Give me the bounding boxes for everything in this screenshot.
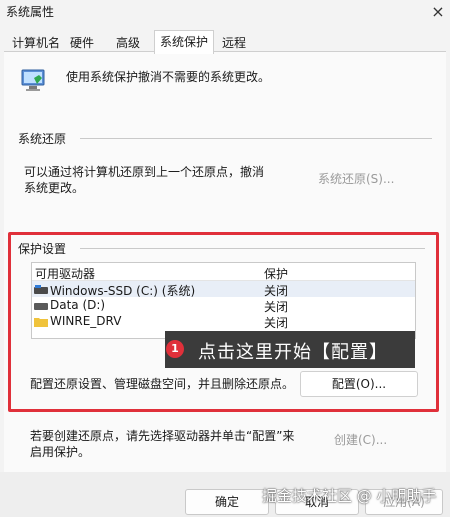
- step-badge: 1: [166, 340, 184, 358]
- system-protection-icon: [18, 64, 48, 94]
- create-description-line1: 若要创建还原点，请先选择驱动器并单击“配置”来: [30, 429, 295, 443]
- drive-icon: [34, 300, 48, 310]
- title-bar: [0, 0, 450, 26]
- drive-list-header: 可用驱动器 保护: [32, 263, 415, 281]
- watermark: 掘金技术社区 @ 小明助手: [262, 487, 437, 505]
- tab-hardware[interactable]: 硬件: [66, 34, 98, 51]
- tab-computer-name[interactable]: 计算机名: [8, 34, 64, 51]
- tab-system-protection[interactable]: 系统保护: [154, 30, 215, 54]
- configure-button[interactable]: 配置(O)...: [300, 371, 418, 397]
- drive-name: Data (D:): [50, 298, 106, 312]
- restore-description-line1: 可以通过将计算机还原到上一个还原点，撤消: [24, 165, 265, 179]
- annotation-text: 点击这里开始【配置】: [198, 342, 388, 363]
- protection-divider: [80, 248, 425, 249]
- drive-row-d[interactable]: Data (D:) 关闭: [32, 297, 415, 314]
- system-restore-button[interactable]: 系统还原(S)...: [318, 170, 394, 187]
- drive-status: 关闭: [264, 316, 289, 330]
- system-drive-icon: [34, 284, 48, 294]
- restore-description-line2: 系统更改。: [24, 181, 85, 195]
- create-button[interactable]: 创建(C)...: [334, 431, 387, 448]
- column-protection[interactable]: 保护: [264, 265, 288, 282]
- column-drives[interactable]: 可用驱动器: [35, 265, 95, 282]
- window-title: 系统属性: [6, 5, 55, 19]
- config-description: 配置还原设置、管理磁盘空间，并且删除还原点。: [30, 377, 295, 391]
- drive-row-c[interactable]: Windows-SSD (C:) (系统) 关闭: [32, 281, 415, 298]
- intro-text: 使用系统保护撤消不需要的系统更改。: [66, 70, 271, 84]
- drive-name: WINRE_DRV: [50, 314, 122, 328]
- folder-icon: [34, 316, 48, 327]
- drive-row-winre[interactable]: WINRE_DRV 关闭: [32, 313, 415, 330]
- tab-advanced[interactable]: 高级: [112, 34, 144, 51]
- close-icon[interactable]: ×: [428, 2, 448, 22]
- protection-section-title: 保护设置: [18, 242, 67, 256]
- tab-remote[interactable]: 远程: [218, 34, 250, 51]
- create-description-line2: 启用保护。: [30, 445, 91, 459]
- restore-section-title: 系统还原: [18, 132, 67, 146]
- restore-divider: [80, 138, 432, 139]
- ok-button[interactable]: 确定: [185, 489, 269, 515]
- drive-list[interactable]: 可用驱动器 保护 Windows-SSD (C:) (系统) 关闭 Data (…: [31, 262, 416, 339]
